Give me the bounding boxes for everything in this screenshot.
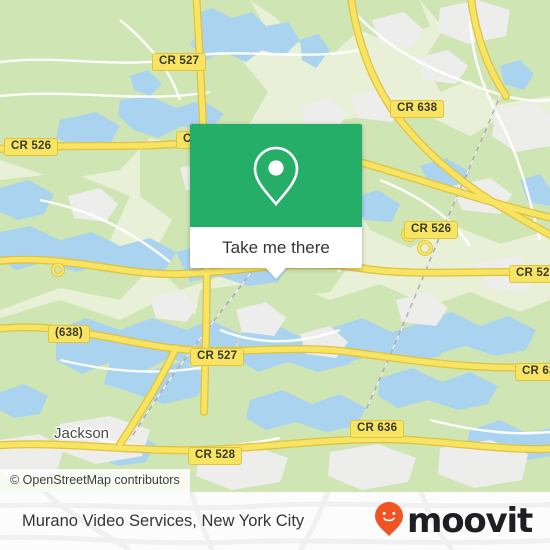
moovit-wordmark: moovit [406,501,533,541]
poi-card-header [190,124,362,227]
route-shield: (638) [48,325,90,343]
card-pointer-tail [265,267,287,279]
moovit-brand[interactable]: moovit [374,501,533,542]
route-shield: CR 527 [190,348,245,366]
take-me-there-label: Take me there [222,237,330,257]
footer-bar: Murano Video Services, New York City moo… [0,492,550,550]
route-shield: CR 528 [188,447,243,465]
route-shield: CR 636 [350,420,405,438]
poi-info-card[interactable]: Take me there [190,124,362,279]
place-label-jackson: Jackson [54,425,110,442]
route-shield: CR 636 [515,363,550,381]
moovit-map-share-card: CR 527 CR 638 CR 526 CR CR 526 CR 526 (6… [0,0,550,550]
route-shield: CR 526 [509,265,550,283]
route-shield: CR 526 [404,221,459,239]
map-canvas[interactable]: CR 527 CR 638 CR 526 CR CR 526 CR 526 (6… [0,0,550,492]
moovit-smiley-pin-icon [374,501,404,542]
poi-card-action[interactable]: Take me there [190,227,362,279]
map-pin-icon [250,144,302,208]
osm-attribution[interactable]: © OpenStreetMap contributors [0,469,190,492]
location-title: Murano Video Services, New York City [22,511,305,530]
route-shield: CR 526 [4,138,59,156]
route-shield: CR 527 [152,53,207,71]
route-shield: CR 638 [390,100,445,118]
